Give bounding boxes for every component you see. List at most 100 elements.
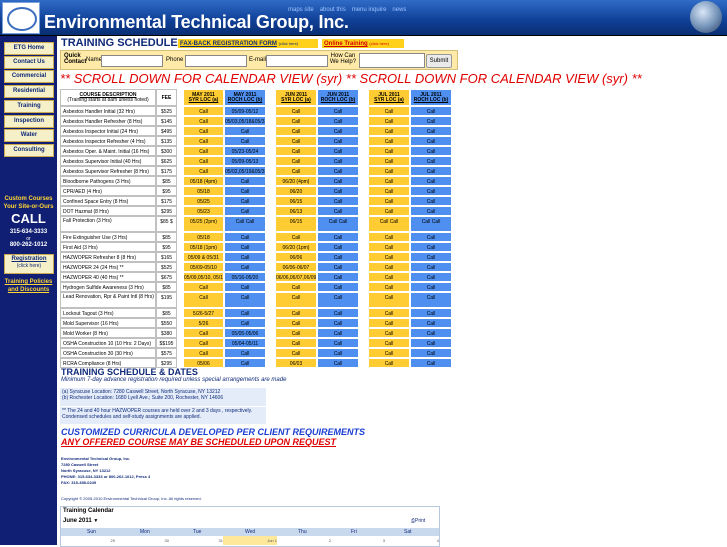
schedule-cell[interactable]: 5/26 — [183, 318, 224, 328]
schedule-cell[interactable]: Call — [275, 126, 317, 136]
schedule-cell[interactable]: Call — [410, 348, 452, 358]
schedule-cell[interactable]: Call — [224, 308, 266, 318]
schedule-cell[interactable]: Call — [410, 186, 452, 196]
schedule-cell[interactable]: Call — [368, 136, 410, 146]
schedule-cell[interactable]: Call — [317, 232, 359, 242]
schedule-cell[interactable]: Call — [410, 308, 452, 318]
schedule-cell[interactable]: Call — [410, 116, 452, 126]
schedule-cell[interactable]: Call — [317, 206, 359, 216]
schedule-cell[interactable]: Call — [368, 126, 410, 136]
schedule-cell[interactable]: Call — [410, 272, 452, 282]
name-input[interactable] — [101, 55, 163, 67]
schedule-cell[interactable]: 06/03 — [275, 358, 317, 368]
schedule-cell[interactable]: Call — [368, 116, 410, 126]
nav-residential[interactable]: Residential — [4, 85, 54, 98]
schedule-cell[interactable]: Call — [183, 136, 224, 146]
schedule-cell[interactable]: Call — [224, 282, 266, 292]
schedule-cell[interactable]: Call — [183, 338, 224, 348]
schedule-cell[interactable]: 05/25 — [183, 196, 224, 206]
schedule-cell[interactable]: Call — [224, 196, 266, 206]
schedule-cell[interactable]: Call — [368, 292, 410, 308]
schedule-cell[interactable]: Call — [410, 106, 452, 116]
schedule-cell[interactable]: Call — [224, 206, 266, 216]
schedule-cell[interactable]: Call — [224, 176, 266, 186]
schedule-cell[interactable]: Call — [368, 166, 410, 176]
calendar-date[interactable]: 29 — [61, 536, 115, 545]
schedule-cell[interactable]: 05/09-05/10 — [183, 262, 224, 272]
schedule-cell[interactable]: 05/09 & 05/31 — [183, 252, 224, 262]
schedule-cell[interactable]: Call — [317, 116, 359, 126]
calendar-date[interactable]: Jun 1 — [223, 536, 277, 545]
schedule-cell[interactable]: Call — [317, 328, 359, 338]
schedule-cell[interactable]: Call Call — [410, 216, 452, 232]
schedule-cell[interactable]: Call — [368, 338, 410, 348]
schedule-cell[interactable]: Call — [183, 116, 224, 126]
schedule-cell[interactable]: Call — [317, 136, 359, 146]
schedule-cell[interactable]: Call — [368, 272, 410, 282]
schedule-cell[interactable]: Call — [183, 126, 224, 136]
registration-button[interactable]: Registration (click here) — [4, 254, 54, 274]
schedule-cell[interactable]: Call — [410, 146, 452, 156]
schedule-cell[interactable]: Call — [275, 338, 317, 348]
schedule-cell[interactable]: Call — [275, 232, 317, 242]
schedule-cell[interactable]: Call — [368, 196, 410, 206]
help-textarea[interactable] — [359, 53, 425, 68]
schedule-cell[interactable]: Call — [317, 106, 359, 116]
schedule-cell[interactable]: Call — [368, 252, 410, 262]
schedule-cell[interactable]: Call — [410, 242, 452, 252]
schedule-cell[interactable]: Call — [317, 358, 359, 368]
fax-back-form-link[interactable]: FAX-BACK REGISTRATION FORM (click here) — [178, 39, 318, 48]
schedule-cell[interactable]: 05/16-05/20 — [224, 272, 266, 282]
schedule-cell[interactable]: Call — [224, 242, 266, 252]
schedule-cell[interactable]: Call — [224, 348, 266, 358]
schedule-cell[interactable]: Call — [410, 318, 452, 328]
schedule-cell[interactable]: Call — [368, 308, 410, 318]
schedule-cell[interactable]: Call — [410, 156, 452, 166]
schedule-cell[interactable]: 06/06-06/07 — [275, 262, 317, 272]
calendar-date[interactable]: 30 — [115, 536, 169, 545]
schedule-cell[interactable]: Call — [368, 206, 410, 216]
schedule-cell[interactable]: Call — [224, 126, 266, 136]
schedule-cell[interactable]: Call — [317, 272, 359, 282]
calendar-date[interactable]: 2 — [277, 536, 331, 545]
schedule-cell[interactable]: 05/23 — [183, 206, 224, 216]
schedule-cell[interactable]: Call — [275, 106, 317, 116]
nav-training[interactable]: Training — [4, 100, 54, 113]
schedule-cell[interactable]: Call — [368, 176, 410, 186]
schedule-cell[interactable]: Call — [224, 186, 266, 196]
schedule-cell[interactable]: 06/20 (1pm) — [275, 242, 317, 252]
nav-water[interactable]: Water — [4, 129, 54, 142]
email-input[interactable] — [266, 55, 328, 67]
submit-button[interactable]: Submit — [426, 54, 452, 68]
online-training-link[interactable]: Online Training (click here) — [322, 39, 404, 48]
schedule-cell[interactable]: Call — [275, 282, 317, 292]
schedule-cell[interactable]: Call — [410, 252, 452, 262]
schedule-cell[interactable]: 05/23-05/24 — [224, 146, 266, 156]
nav-contact-us[interactable]: Contact Us — [4, 56, 54, 69]
schedule-cell[interactable]: Call — [368, 348, 410, 358]
schedule-cell[interactable]: Call — [317, 242, 359, 252]
schedule-cell[interactable]: Call — [317, 282, 359, 292]
schedule-cell[interactable]: Call — [317, 196, 359, 206]
calendar-date[interactable]: 3 — [331, 536, 385, 545]
schedule-cell[interactable]: 05/09,05/10, 05/12 — [183, 272, 224, 282]
phone-input[interactable] — [185, 55, 247, 67]
schedule-cell[interactable]: 06/15 — [275, 196, 317, 206]
schedule-cell[interactable]: 05/04-05/11 — [224, 338, 266, 348]
schedule-cell[interactable]: Call — [368, 186, 410, 196]
schedule-cell[interactable]: Call — [317, 262, 359, 272]
schedule-cell[interactable]: 06/20 (4pm) — [275, 176, 317, 186]
schedule-cell[interactable]: Call — [368, 232, 410, 242]
schedule-cell[interactable]: Call — [410, 206, 452, 216]
calendar-month-selector[interactable]: June 2011 ▼ — [63, 518, 98, 524]
schedule-cell[interactable]: 05/02,05/19&05/31 — [224, 166, 266, 176]
schedule-cell[interactable]: Call — [183, 166, 224, 176]
schedule-cell[interactable]: Call — [317, 318, 359, 328]
schedule-cell[interactable]: Call — [275, 156, 317, 166]
schedule-cell[interactable]: Call — [317, 146, 359, 156]
schedule-cell[interactable]: Call — [275, 166, 317, 176]
schedule-cell[interactable]: Call — [317, 338, 359, 348]
schedule-cell[interactable]: Call Call — [317, 216, 359, 232]
schedule-cell[interactable]: 05/05-05/06 — [224, 328, 266, 338]
schedule-cell[interactable]: Call — [368, 328, 410, 338]
